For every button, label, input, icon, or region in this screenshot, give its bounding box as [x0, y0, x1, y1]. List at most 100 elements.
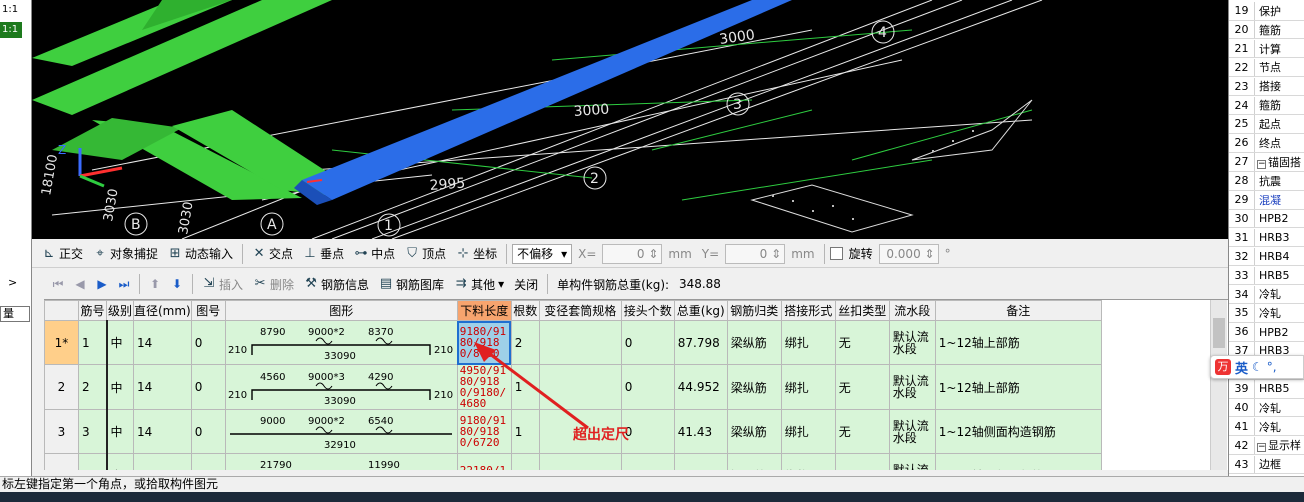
- cell-joints[interactable]: 0: [620, 453, 675, 470]
- expand-arrow-icon[interactable]: >: [8, 276, 17, 289]
- property-row[interactable]: 28 抗震: [1229, 172, 1304, 191]
- property-row[interactable]: 43 边框: [1229, 455, 1304, 475]
- cell-segment[interactable]: 默认流水段: [888, 453, 936, 470]
- cell-weight[interactable]: 87.798: [673, 320, 728, 365]
- other-menu-button[interactable]: ⇉ 其他 ▾: [450, 273, 508, 295]
- cell-shape[interactable]: 9000 9000*2 6540 32910: [224, 409, 458, 454]
- col-header[interactable]: 钢筋归类: [726, 300, 782, 321]
- table-row[interactable]: 44中140210210217901199022180/123802083.61…: [44, 453, 1102, 470]
- moon-icon[interactable]: ☾: [1252, 360, 1263, 374]
- cell-thread[interactable]: 无: [834, 364, 890, 410]
- ime-language[interactable]: 英: [1235, 358, 1248, 377]
- cell-note[interactable]: 1~12轴侧面构造钢筋: [934, 409, 1102, 454]
- vertex-snap-button[interactable]: ⛉ 顶点: [401, 243, 450, 265]
- cell-lap[interactable]: 绑扎: [780, 409, 836, 454]
- scale-item-active[interactable]: 1:1: [0, 22, 22, 38]
- cell-diameter[interactable]: 14: [133, 453, 192, 470]
- col-header[interactable]: 级别: [106, 300, 134, 321]
- delete-button[interactable]: ✂ 删除: [249, 273, 298, 295]
- cell-segment[interactable]: 默认流水段: [888, 364, 936, 410]
- cell-diameter[interactable]: 14: [133, 320, 192, 365]
- cell-bar-no[interactable]: 3: [78, 409, 108, 454]
- property-row[interactable]: 41 冷轧: [1229, 417, 1304, 437]
- col-header[interactable]: 图形: [224, 300, 458, 321]
- cell-cut-length[interactable]: 22180/12380: [456, 453, 512, 470]
- property-row[interactable]: 20 箍筋: [1229, 20, 1304, 40]
- cell-category[interactable]: 梁纵筋: [726, 320, 782, 365]
- property-row[interactable]: 26 终点: [1229, 134, 1304, 153]
- rebar-info-button[interactable]: ⚒ 钢筋信息: [300, 273, 373, 295]
- last-record-icon[interactable]: ⏭: [114, 277, 134, 292]
- object-snap-button[interactable]: ⌖ 对象捕捉: [89, 243, 162, 265]
- col-header[interactable]: 流水段: [888, 300, 936, 321]
- cell-weight[interactable]: 44.952: [673, 364, 728, 410]
- row-index[interactable]: 4: [44, 453, 79, 470]
- cell-category[interactable]: 梁纵筋: [726, 453, 782, 470]
- cell-shape[interactable]: 210 210 4560 9000*3 4290 33090: [224, 364, 458, 410]
- cell-category[interactable]: 梁纵筋: [726, 364, 782, 410]
- cell-figure-no[interactable]: 0: [190, 453, 226, 470]
- property-row[interactable]: 33 HRB5: [1229, 266, 1304, 286]
- property-row[interactable]: 35 冷轧: [1229, 304, 1304, 323]
- property-row[interactable]: 36 HPB2: [1229, 323, 1304, 342]
- punctuation-icon[interactable]: °,: [1267, 360, 1277, 374]
- cell-figure-no[interactable]: 0: [190, 364, 226, 410]
- cell-lap[interactable]: 绑扎: [780, 320, 836, 365]
- row-index[interactable]: 3: [44, 409, 79, 454]
- cell-thread[interactable]: 无: [834, 320, 890, 365]
- property-row[interactable]: 27− 锚固搭: [1229, 153, 1304, 172]
- cell-figure-no[interactable]: 0: [190, 320, 226, 365]
- move-down-icon[interactable]: ⬇: [167, 277, 187, 291]
- y-offset-input[interactable]: 0 ⇕: [725, 243, 786, 264]
- cell-note[interactable]: 1~12轴上部筋: [934, 320, 1102, 365]
- first-record-icon[interactable]: ⏮: [48, 277, 68, 292]
- property-row[interactable]: 23 搭接: [1229, 77, 1304, 97]
- col-header[interactable]: 根数: [510, 300, 540, 321]
- property-row[interactable]: 40 冷轧: [1229, 398, 1304, 418]
- mid-snap-button[interactable]: ⊶ 中点: [350, 243, 399, 265]
- cell-bar-no[interactable]: 4: [78, 453, 108, 470]
- cell-bar-no[interactable]: 1: [78, 320, 108, 365]
- grid-scrollbar[interactable]: [1210, 300, 1227, 470]
- cell-category[interactable]: 梁纵筋: [726, 409, 782, 454]
- property-row[interactable]: 29 混凝: [1229, 191, 1304, 210]
- dynamic-input-button[interactable]: ⊞ 动态输入: [164, 243, 237, 265]
- scrollbar-thumb[interactable]: [1213, 318, 1225, 348]
- col-header[interactable]: 直径(mm): [133, 300, 192, 321]
- cell-shape[interactable]: 2102102179011990: [224, 453, 458, 470]
- cad-viewport[interactable]: 4 3 2 1 4 A B 3000 3000 2995 3030 3030 1…: [32, 0, 1228, 239]
- cell-lap[interactable]: 绑扎: [780, 364, 836, 410]
- cell-grade[interactable]: 中: [106, 409, 134, 454]
- property-row[interactable]: 32 HRB4: [1229, 247, 1304, 267]
- col-header[interactable]: 丝扣类型: [834, 300, 890, 321]
- cell-diameter[interactable]: 14: [133, 409, 192, 454]
- property-row[interactable]: 34 冷轧: [1229, 285, 1304, 304]
- rebar-library-button[interactable]: ▤ 钢筋图库: [375, 273, 448, 295]
- cell-thread[interactable]: 无: [834, 409, 890, 454]
- cell-grade[interactable]: 中: [106, 320, 134, 365]
- row-index[interactable]: 2: [44, 364, 79, 410]
- coord-snap-button[interactable]: ⊹ 坐标: [452, 243, 501, 265]
- rotate-checkbox[interactable]: [829, 247, 843, 260]
- scale-item[interactable]: 1:1: [0, 2, 22, 18]
- insert-button[interactable]: ⇲ 插入: [198, 273, 247, 295]
- cell-lap[interactable]: 绑扎: [780, 453, 836, 470]
- col-header[interactable]: 接头个数: [620, 300, 675, 321]
- cell-diameter[interactable]: 14: [133, 364, 192, 410]
- x-offset-input[interactable]: 0 ⇕: [602, 243, 663, 264]
- property-row[interactable]: 24 箍筋: [1229, 96, 1304, 115]
- move-up-icon[interactable]: ⬆: [145, 277, 165, 291]
- col-header[interactable]: 搭接形式: [780, 300, 836, 321]
- col-header-highlighted[interactable]: 下料长度: [456, 300, 512, 321]
- property-row[interactable]: 39 HRB5: [1229, 380, 1304, 399]
- property-row[interactable]: 30 HPB2: [1229, 209, 1304, 229]
- next-record-icon[interactable]: ▶: [92, 277, 112, 291]
- cell-grade[interactable]: 中: [106, 453, 134, 470]
- collapse-icon[interactable]: −: [1257, 443, 1266, 453]
- property-row[interactable]: 21 计算: [1229, 39, 1304, 59]
- cell-figure-no[interactable]: 0: [190, 409, 226, 454]
- cell-bar-no[interactable]: 2: [78, 364, 108, 410]
- col-header[interactable]: 图号: [190, 300, 226, 321]
- cell-sleeve[interactable]: [538, 453, 622, 470]
- col-header[interactable]: 备注: [934, 300, 1102, 321]
